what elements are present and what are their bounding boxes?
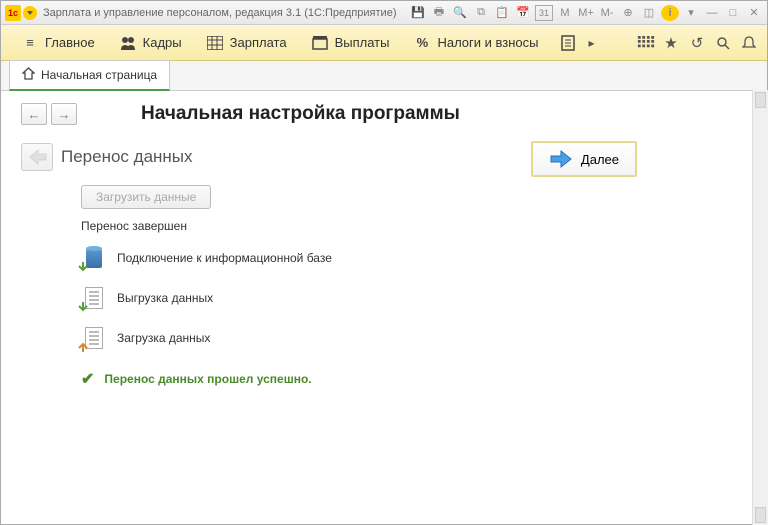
- wallet-icon: [311, 34, 329, 52]
- step-connect-label: Подключение к информационной базе: [117, 251, 332, 265]
- migration-status-label: Перенос завершен: [81, 219, 747, 233]
- step-import: Загрузка данных: [81, 325, 747, 351]
- percent-icon: %: [413, 34, 431, 52]
- table-icon: [206, 34, 224, 52]
- app-menu-dropdown[interactable]: [23, 6, 37, 20]
- bell-icon[interactable]: [739, 33, 759, 53]
- wizard-next-button[interactable]: Далее: [531, 141, 637, 177]
- maximize-icon[interactable]: □: [724, 5, 742, 21]
- wizard-header: Перенос данных: [21, 143, 747, 171]
- import-doc-icon: [81, 325, 107, 351]
- nav-kadry-label: Кадры: [143, 35, 182, 50]
- save-icon[interactable]: 💾: [409, 5, 427, 21]
- step-export: Выгрузка данных: [81, 285, 747, 311]
- step-export-label: Выгрузка данных: [117, 291, 213, 305]
- checkmark-icon: ✔: [81, 369, 94, 389]
- panels-icon[interactable]: ◫: [640, 5, 658, 21]
- tab-home[interactable]: Начальная страница: [9, 60, 170, 91]
- star-icon[interactable]: ★: [661, 33, 681, 53]
- nav-vyplaty-label: Выплаты: [335, 35, 390, 50]
- export-doc-icon: [81, 285, 107, 311]
- wizard-title: Перенос данных: [61, 147, 193, 167]
- nav-main[interactable]: ≡ Главное: [9, 25, 107, 60]
- wizard-next-label: Далее: [581, 152, 619, 167]
- calc-m-icon[interactable]: M: [556, 5, 574, 21]
- minimize-icon[interactable]: —: [703, 5, 721, 21]
- main-nav: ≡ Главное Кадры Зарплата Выплаты % Налог…: [1, 25, 767, 61]
- menu-icon: ≡: [21, 34, 39, 52]
- compare-icon[interactable]: ⧉: [472, 5, 490, 21]
- nav-reports[interactable]: [551, 25, 585, 60]
- tab-home-label: Начальная страница: [41, 68, 157, 82]
- calc-mminus-icon[interactable]: M-: [598, 5, 616, 21]
- close-icon[interactable]: ✕: [745, 5, 763, 21]
- nav-zarplata-label: Зарплата: [230, 35, 287, 50]
- database-icon: [81, 245, 107, 271]
- nav-nalogi[interactable]: % Налоги и взносы: [401, 25, 550, 60]
- date-icon[interactable]: 31: [535, 5, 553, 21]
- success-text: Перенос данных прошел успешно.: [104, 372, 311, 386]
- document-icon: [559, 34, 577, 52]
- people-icon: [119, 34, 137, 52]
- window-title: Зарплата и управление персоналом, редакц…: [43, 7, 409, 19]
- home-icon: [22, 67, 35, 83]
- tab-bar: Начальная страница: [1, 61, 767, 91]
- nav-nalogi-label: Налоги и взносы: [437, 35, 538, 50]
- load-data-button: Загрузить данные: [81, 185, 211, 209]
- apps-icon[interactable]: ⠿⠿: [635, 33, 655, 53]
- vertical-scrollbar[interactable]: [752, 90, 768, 525]
- app-icon: 1c: [5, 5, 21, 21]
- step-connect: Подключение к информационной базе: [81, 245, 747, 271]
- preview-icon[interactable]: 🔍: [451, 5, 469, 21]
- title-bar: 1c Зарплата и управление персоналом, ред…: [1, 1, 767, 25]
- calendar-icon[interactable]: 📅: [514, 5, 532, 21]
- clipboard-icon[interactable]: 📋: [493, 5, 511, 21]
- nav-right: ⠿⠿ ★ ↺: [635, 33, 759, 53]
- nav-more-arrow-icon[interactable]: ▸: [585, 36, 599, 50]
- success-message: ✔ Перенос данных прошел успешно.: [81, 369, 747, 389]
- nav-main-label: Главное: [45, 35, 95, 50]
- search-icon[interactable]: [713, 33, 733, 53]
- info-dropdown-icon[interactable]: ▾: [682, 5, 700, 21]
- step-import-label: Загрузка данных: [117, 331, 210, 345]
- nav-zarplata[interactable]: Зарплата: [194, 25, 299, 60]
- calc-mplus-icon[interactable]: M+: [577, 5, 595, 21]
- nav-vyplaty[interactable]: Выплаты: [299, 25, 402, 60]
- info-icon[interactable]: i: [661, 5, 679, 21]
- print-icon[interactable]: 🖶: [430, 5, 448, 21]
- page-title: Начальная настройка программы: [141, 103, 460, 125]
- content-area: ← → Начальная настройка программы Перено…: [1, 91, 767, 524]
- history-forward-button[interactable]: →: [51, 103, 77, 125]
- history-icon[interactable]: ↺: [687, 33, 707, 53]
- wizard-back-button[interactable]: [21, 143, 53, 171]
- nav-kadry[interactable]: Кадры: [107, 25, 194, 60]
- forward-arrow-icon: [549, 149, 573, 169]
- history-back-button[interactable]: ←: [21, 103, 47, 125]
- title-controls: 💾 🖶 🔍 ⧉ 📋 📅 31 M M+ M- ⊕ ◫ i ▾ — □ ✕: [409, 5, 763, 21]
- zoom-icon[interactable]: ⊕: [619, 5, 637, 21]
